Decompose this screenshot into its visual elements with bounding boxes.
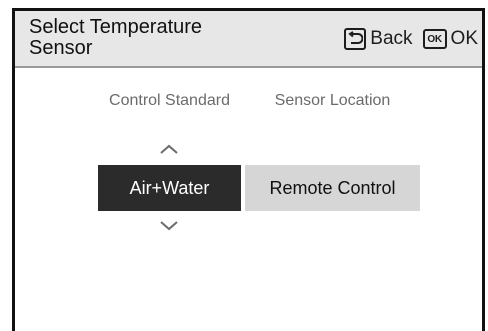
- back-button[interactable]: Back: [344, 28, 413, 50]
- ok-key-icon: OK: [422, 29, 447, 49]
- control-standard-option[interactable]: Air+Water: [98, 165, 241, 211]
- page-title: Select Temperature Sensor: [29, 16, 203, 59]
- back-label: Back: [370, 28, 413, 49]
- back-icon: [344, 28, 367, 50]
- chevron-up-icon[interactable]: [158, 142, 180, 156]
- screen-frame: Select Temperature Sensor Back OK OK Con…: [12, 8, 485, 331]
- ok-button[interactable]: OK OK: [422, 28, 478, 50]
- control-standard-label: Control Standard: [109, 92, 230, 109]
- sensor-location-option[interactable]: Remote Control: [245, 165, 420, 211]
- ok-label: OK: [450, 28, 478, 49]
- sensor-location-label: Sensor Location: [274, 92, 391, 109]
- header-bar: Select Temperature Sensor Back OK OK: [15, 11, 482, 68]
- header-nav: Back OK OK: [344, 27, 478, 51]
- chevron-down-icon[interactable]: [158, 219, 180, 233]
